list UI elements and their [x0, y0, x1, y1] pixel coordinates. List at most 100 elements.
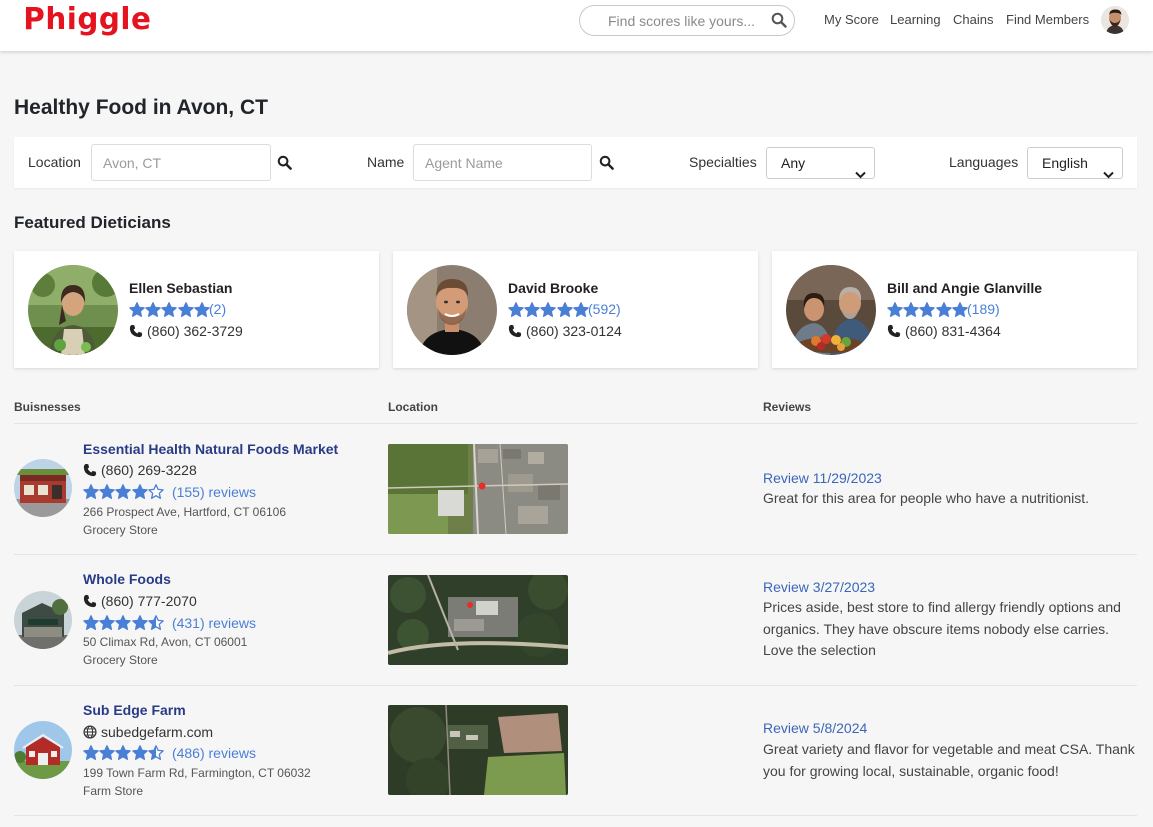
location-label: Location [28, 154, 81, 170]
nav-chains[interactable]: Chains [953, 12, 993, 27]
rating-count[interactable]: (592) [588, 301, 621, 317]
dietician-rating [887, 302, 968, 318]
specialties-select[interactable]: Any [766, 147, 875, 179]
featured-card[interactable]: David Brooke (860) 323-0124 [393, 251, 758, 368]
phone-icon [508, 324, 522, 338]
nav-find-members[interactable]: Find Members [1006, 12, 1089, 27]
global-search-input[interactable] [608, 11, 768, 31]
business-rating: (486) reviews [83, 745, 256, 761]
business-name[interactable]: Essential Health Natural Foods Market [83, 441, 338, 457]
featured-card[interactable]: Ellen Sebastian (860) 362-3729 [14, 251, 379, 368]
star-icon [148, 615, 164, 630]
business-rating: (155) reviews [83, 484, 256, 500]
review-date-link[interactable]: Review 5/8/2024 [763, 720, 867, 736]
name-label: Name [367, 154, 405, 170]
user-avatar[interactable] [1101, 6, 1129, 34]
dietician-photo [28, 265, 118, 355]
star-icon [99, 615, 115, 630]
featured-section-title: Featured Dieticians [14, 213, 171, 232]
map-thumbnail[interactable] [388, 705, 568, 795]
star-icon [131, 484, 148, 499]
star-icon [177, 302, 194, 317]
phone-icon [83, 594, 97, 608]
location-search-icon[interactable] [277, 155, 292, 175]
global-search[interactable] [579, 5, 795, 36]
dietician-name[interactable]: Bill and Angie Glanville [887, 280, 1042, 296]
star-icon [556, 302, 573, 317]
star-icon [129, 302, 145, 317]
business-name[interactable]: Whole Foods [83, 571, 171, 587]
dietician-rating [129, 302, 210, 318]
dietician-phone[interactable]: (860) 323-0124 [508, 323, 622, 339]
row-divider [14, 685, 1137, 686]
globe-icon [83, 725, 97, 739]
business-category: Grocery Store [83, 653, 158, 667]
map-thumbnail[interactable] [388, 444, 568, 534]
row-divider [14, 815, 1137, 816]
business-category: Grocery Store [83, 523, 158, 537]
chevron-down-icon [1103, 159, 1114, 189]
business-address: 199 Town Farm Rd, Farmington, CT 06032 [83, 766, 311, 780]
star-icon [194, 302, 210, 317]
business-contact-text: (860) 269-3228 [101, 462, 197, 478]
dietician-phone[interactable]: (860) 831-4364 [887, 323, 1001, 339]
dietician-phone[interactable]: (860) 362-3729 [129, 323, 243, 339]
reviews-link[interactable]: (486) reviews [172, 745, 256, 761]
business-photo [14, 721, 72, 779]
star-icon [573, 302, 589, 317]
page-title: Healthy Food in Avon, CT [14, 96, 268, 119]
phone-icon [83, 463, 97, 477]
star-icon [99, 484, 115, 499]
star-icon [903, 302, 919, 317]
phone-icon [129, 324, 143, 338]
languages-select[interactable]: English [1027, 147, 1123, 179]
dietician-name[interactable]: Ellen Sebastian [129, 280, 232, 296]
reviews-link[interactable]: (431) reviews [172, 615, 256, 631]
star-icon [508, 302, 524, 317]
specialties-label: Specialties [689, 154, 757, 170]
business-contact[interactable]: (860) 777-2070 [83, 593, 197, 609]
business-rating: (431) reviews [83, 615, 256, 631]
dietician-name[interactable]: David Brooke [508, 280, 598, 296]
business-contact[interactable]: (860) 269-3228 [83, 462, 197, 478]
row-divider [14, 554, 1137, 555]
row-divider [14, 423, 1137, 424]
review-date-link[interactable]: Review 3/27/2023 [763, 579, 875, 595]
chevron-down-icon [855, 159, 866, 189]
name-search-icon[interactable] [599, 155, 614, 175]
business-name[interactable]: Sub Edge Farm [83, 702, 186, 718]
phiggle-logo[interactable]: Phiggle [23, 0, 151, 40]
featured-card[interactable]: Bill and Angie Glanville (860) 831-4364 [772, 251, 1137, 368]
languages-value: English [1042, 155, 1088, 171]
star-icon [161, 302, 178, 317]
rating-stars [83, 615, 164, 631]
nav-my-score[interactable]: My Score [824, 12, 879, 27]
star-icon [540, 302, 557, 317]
star-icon [935, 302, 952, 317]
phone-number: (860) 362-3729 [147, 323, 243, 339]
languages-label: Languages [949, 154, 1019, 170]
search-icon[interactable] [771, 12, 787, 33]
rating-stars [83, 745, 164, 761]
review-date-link[interactable]: Review 11/29/2023 [763, 470, 882, 486]
business-contact[interactable]: subedgefarm.com [83, 724, 213, 740]
nav-learning[interactable]: Learning [890, 12, 941, 27]
phone-number: (860) 323-0124 [526, 323, 622, 339]
star-icon [887, 302, 903, 317]
star-icon [148, 745, 164, 760]
reviews-link[interactable]: (155) reviews [172, 484, 256, 500]
business-address: 50 Climax Rd, Avon, CT 06001 [83, 635, 248, 649]
rating-count[interactable]: (189) [967, 301, 1000, 317]
filter-bar: Location Name Specialties Any Languages … [14, 137, 1137, 188]
star-icon [148, 484, 164, 499]
map-thumbnail[interactable] [388, 575, 568, 665]
star-icon [952, 302, 968, 317]
star-icon [115, 745, 132, 760]
agent-name-input[interactable] [413, 144, 592, 181]
phone-icon [887, 324, 901, 338]
rating-count[interactable]: (2) [209, 301, 226, 317]
star-icon [115, 615, 132, 630]
star-icon [83, 745, 99, 760]
star-icon [131, 615, 148, 630]
location-input[interactable] [91, 144, 271, 181]
